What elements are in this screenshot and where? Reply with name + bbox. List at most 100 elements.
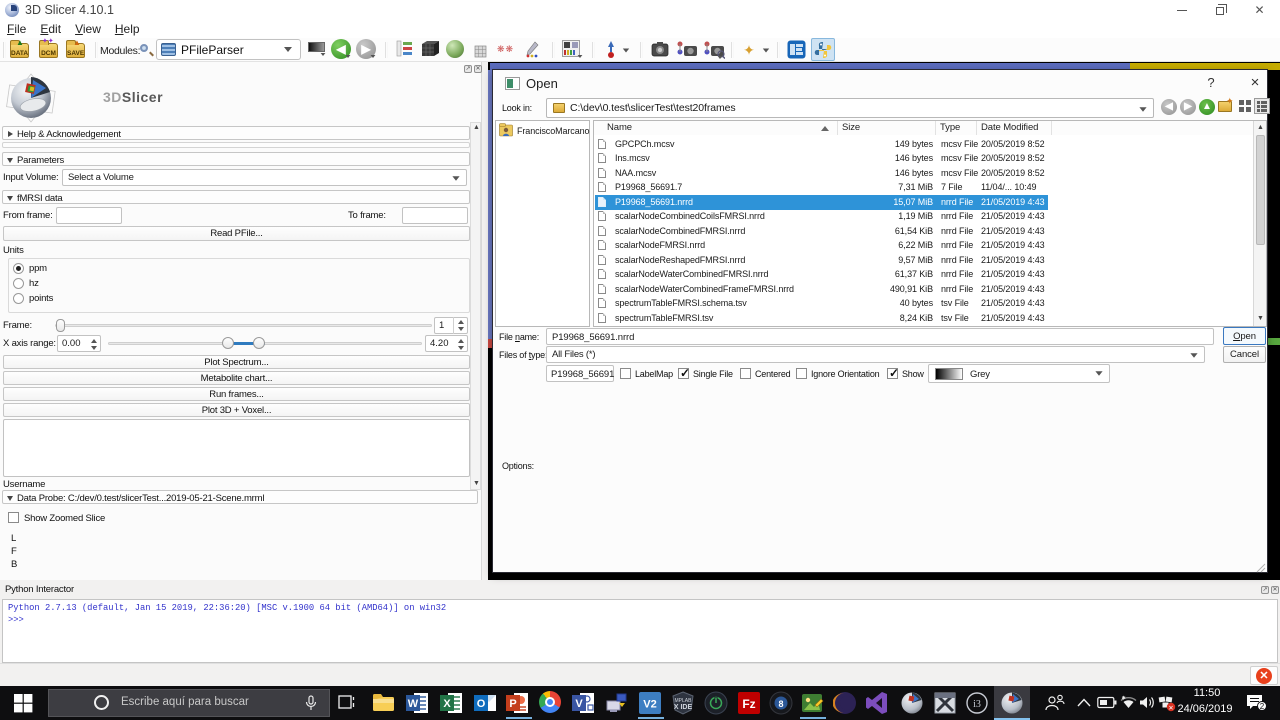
- metabolite-chart-button[interactable]: Metabolite chart...: [3, 371, 470, 385]
- close-panel-icon[interactable]: ✕: [474, 65, 482, 73]
- frame-slider[interactable]: [55, 324, 432, 327]
- save-data-icon[interactable]: ▲ SAVE: [66, 43, 85, 58]
- taskbar-photo-editor[interactable]: [800, 691, 824, 715]
- file-row[interactable]: P19968_56691.77,31 MiB7 File11/04/... 10…: [595, 181, 1048, 196]
- colormap-combobox[interactable]: Grey: [928, 364, 1110, 383]
- close-button[interactable]: ✕: [1237, 0, 1280, 20]
- scroll-down-icon[interactable]: ▼: [1256, 314, 1265, 324]
- xaxis-max-handle[interactable]: [253, 337, 265, 349]
- python-console[interactable]: Python 2.7.13 (default, Jan 15 2019, 22:…: [2, 599, 1278, 663]
- new-folder-button[interactable]: ✦: [1218, 99, 1235, 113]
- file-row[interactable]: scalarNodeWaterCombinedFMRSI.nrrd61,37 K…: [595, 268, 1048, 283]
- mouse-mode-icon[interactable]: [604, 40, 618, 59]
- taskbar-eclipse[interactable]: [833, 691, 857, 715]
- file-row[interactable]: NAA.mcsv146 bytesmcsv File20/05/2019 8:5…: [595, 166, 1048, 181]
- look-in-combobox[interactable]: C:\dev\0.test\slicerTest\test20frames: [546, 98, 1154, 118]
- scroll-up-icon[interactable]: ▲: [1256, 123, 1265, 133]
- taskbar-mplab-ide[interactable]: MPLABX IDE: [671, 691, 695, 715]
- radio-ppm[interactable]: [13, 263, 24, 274]
- error-log-button[interactable]: ✕: [1250, 666, 1278, 685]
- back-button[interactable]: ◀: [1161, 99, 1177, 115]
- menu-edit[interactable]: Edit: [33, 20, 68, 38]
- file-row[interactable]: spectrumTableFMRSI.schema.tsv40 bytestsv…: [595, 297, 1048, 312]
- list-scrollbar[interactable]: ▲ ▼: [1253, 121, 1266, 326]
- notification-center-button[interactable]: 2: [1246, 694, 1266, 711]
- xaxis-min-spinbox[interactable]: 0.00: [57, 335, 101, 352]
- prefix-input[interactable]: P19968_56691: [546, 365, 614, 382]
- plot-spectrum-button[interactable]: Plot Spectrum...: [3, 355, 470, 369]
- taskbar-search[interactable]: Escribe aquí para buscar: [48, 689, 330, 717]
- crop-volume-icon[interactable]: [420, 40, 439, 59]
- file-row[interactable]: scalarNodeWaterCombinedFrameFMRSI.nrrd49…: [595, 282, 1048, 297]
- single-file-checkbox[interactable]: ✓: [678, 368, 689, 379]
- module-history-button[interactable]: [308, 42, 325, 52]
- run-frames-button[interactable]: Run frames...: [3, 387, 470, 401]
- input-volume-combobox[interactable]: Select a Volume: [62, 169, 467, 186]
- file-row[interactable]: scalarNodeCombinedFMRSI.nrrd61,54 KiBnrr…: [595, 224, 1048, 239]
- menu-file[interactable]: File: [0, 20, 33, 38]
- frame-spin-arrows[interactable]: [453, 317, 468, 334]
- to-frame-input[interactable]: [402, 207, 468, 224]
- taskbar-powerpoint[interactable]: P: [506, 691, 530, 715]
- files-of-type-combobox[interactable]: All Files (*): [546, 346, 1205, 363]
- tray-people-icon[interactable]: [1044, 694, 1066, 712]
- dialog-help-button[interactable]: ?: [1201, 75, 1221, 93]
- radio-hz[interactable]: [13, 278, 24, 289]
- load-data-icon[interactable]: ▲ DATA: [10, 43, 29, 58]
- taskbar-chrome[interactable]: [539, 691, 563, 715]
- column-header-type[interactable]: Type: [936, 121, 977, 135]
- close-console-icon[interactable]: ✕: [1271, 586, 1279, 594]
- module-list-icon[interactable]: [396, 40, 414, 58]
- column-header-date[interactable]: Date Modified: [977, 121, 1052, 135]
- file-row[interactable]: scalarNodeReshapedFMRSI.nrrd9,57 MiBnrrd…: [595, 253, 1048, 268]
- ignore-orientation-checkbox[interactable]: [796, 368, 807, 379]
- markups-icon[interactable]: ❋❋: [497, 44, 517, 58]
- panel-scrollbar[interactable]: ▲ ▼: [470, 122, 481, 490]
- column-header-size[interactable]: Size: [838, 121, 936, 135]
- xaxis-range-slider[interactable]: [108, 342, 422, 345]
- frame-slider-handle[interactable]: [56, 319, 65, 332]
- file-row[interactable]: GPCPCh.mcsv149 bytesmcsv File20/05/2019 …: [595, 137, 1048, 152]
- start-button[interactable]: [14, 694, 33, 713]
- taskbar-visual-studio[interactable]: [865, 691, 889, 715]
- taskbar-bitwarden[interactable]: 8: [769, 691, 793, 715]
- show-zoomed-slice-checkbox[interactable]: [8, 512, 19, 523]
- tray-clock-time[interactable]: 11:50: [1180, 687, 1234, 699]
- taskbar-slicer-active[interactable]: [994, 686, 1030, 720]
- open-button[interactable]: Open: [1223, 327, 1266, 345]
- file-row[interactable]: Ins.mcsv146 bytesmcsv File20/05/2019 8:5…: [595, 152, 1048, 167]
- module-search-icon[interactable]: [138, 42, 154, 58]
- section-help-acknowledgement[interactable]: Help & Acknowledgement: [2, 126, 470, 140]
- paint-icon[interactable]: [524, 41, 540, 58]
- python-console-button[interactable]: [811, 38, 835, 61]
- taskbar-filezilla[interactable]: Fz: [737, 691, 761, 715]
- detail-view-button[interactable]: [1254, 98, 1270, 114]
- taskbar-vnc[interactable]: V2: [638, 691, 662, 715]
- taskbar-xapp[interactable]: [933, 691, 957, 715]
- radio-points[interactable]: [13, 293, 24, 304]
- plot-3d-voxel-button[interactable]: Plot 3D + Voxel...: [3, 403, 470, 417]
- taskbar-file-explorer[interactable]: [372, 691, 396, 715]
- taskbar-visio[interactable]: V: [572, 691, 596, 715]
- task-view-button[interactable]: [338, 695, 355, 711]
- tray-wifi-icon[interactable]: ✱: [1119, 695, 1138, 710]
- section-fmrsi-data[interactable]: fMRSI data: [2, 190, 470, 204]
- file-name-input[interactable]: P19968_56691.nrrd: [546, 328, 1214, 345]
- dialog-close-button[interactable]: ×: [1244, 74, 1266, 92]
- restore-icon-button[interactable]: [1197, 0, 1242, 20]
- load-dicom-icon[interactable]: ✦✦ DCM: [39, 43, 58, 58]
- tray-clock-date[interactable]: 24/06/2019: [1172, 703, 1238, 715]
- extensions-manager-icon[interactable]: [787, 40, 806, 59]
- tray-chevron-icon[interactable]: [1077, 698, 1091, 707]
- volume-rendering-icon[interactable]: [446, 40, 464, 58]
- xaxis-min-handle[interactable]: [222, 337, 234, 349]
- microphone-icon[interactable]: [305, 695, 317, 712]
- taskbar-excel[interactable]: X: [440, 691, 464, 715]
- labelmap-checkbox[interactable]: [620, 368, 631, 379]
- taskbar-word[interactable]: W: [406, 691, 430, 715]
- section-data-probe[interactable]: Data Probe: C:/dev/0.test/slicerTest...2…: [2, 490, 478, 504]
- section-parameters[interactable]: Parameters: [2, 152, 470, 166]
- taskbar-mplab-ipe[interactable]: [704, 691, 728, 715]
- scrollbar-thumb[interactable]: [1256, 135, 1265, 245]
- column-header-name[interactable]: Name: [594, 121, 838, 135]
